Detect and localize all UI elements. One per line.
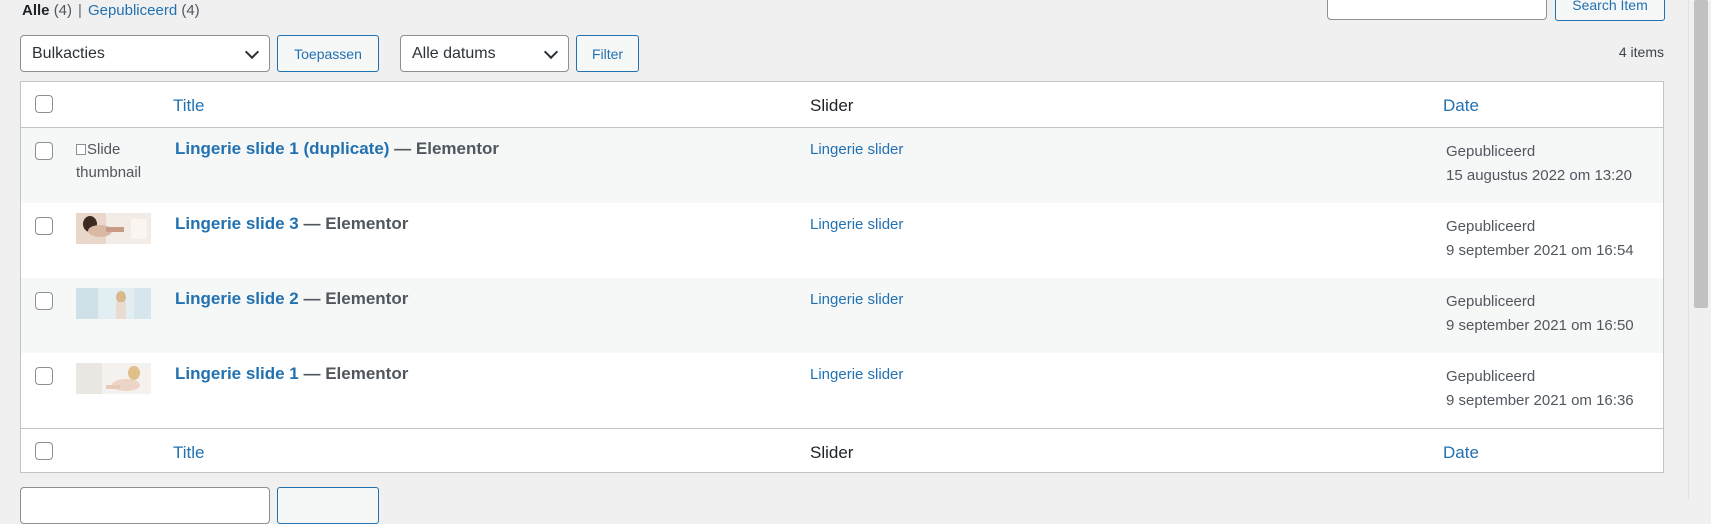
row-title-link[interactable]: Lingerie slide 1 (duplicate) — [175, 139, 389, 158]
row-title-link[interactable]: Lingerie slide 3 — [175, 214, 299, 233]
apply-button-bottom[interactable] — [277, 487, 379, 524]
date-filter-select[interactable]: Alle datums — [400, 35, 569, 72]
chevron-down-icon — [244, 44, 260, 59]
row-date: Gepubliceerd 15 augustus 2022 om 13:20 — [1446, 140, 1632, 188]
broken-image-icon — [76, 144, 86, 155]
status-all-count: (4) — [53, 2, 73, 19]
bulk-actions-select[interactable]: Bulkacties — [20, 35, 270, 72]
publish-date: 9 september 2021 om 16:54 — [1446, 242, 1634, 259]
row-date: Gepubliceerd 9 september 2021 om 16:36 — [1446, 365, 1634, 413]
publish-date: 9 september 2021 om 16:50 — [1446, 317, 1634, 334]
table-footer-row: Title Slider Date — [21, 428, 1663, 473]
slider-link[interactable]: Lingerie slider — [810, 366, 903, 383]
post-state: — Elementor — [298, 289, 409, 308]
search-items-button[interactable]: Search Item — [1555, 0, 1665, 21]
scrollbar-thumb[interactable] — [1694, 0, 1708, 308]
table-header-row: Title Slider Date — [21, 82, 1663, 128]
table-row: Slide thumbnail Lingerie slide 1 (duplic… — [21, 128, 1663, 203]
row-checkbox[interactable] — [35, 217, 53, 235]
row-title-link[interactable]: Lingerie slide 2 — [175, 289, 299, 308]
bulk-actions-selected-value: Bulkacties — [32, 44, 105, 62]
status-published-link[interactable]: Gepubliceerd — [88, 2, 177, 19]
slider-link[interactable]: Lingerie slider — [810, 291, 903, 308]
column-footer-date[interactable]: Date — [1443, 443, 1479, 463]
publish-status: Gepubliceerd — [1446, 143, 1536, 160]
row-date: Gepubliceerd 9 september 2021 om 16:50 — [1446, 290, 1634, 338]
items-count: 4 items — [1618, 44, 1664, 60]
row-checkbox[interactable] — [35, 142, 53, 160]
select-all-checkbox[interactable] — [35, 95, 53, 113]
column-footer-slider: Slider — [810, 443, 854, 462]
publish-date: 15 augustus 2022 om 13:20 — [1446, 167, 1632, 184]
table-row: Lingerie slide 1 — Elementor Lingerie sl… — [21, 353, 1663, 428]
publish-date: 9 september 2021 om 16:36 — [1446, 392, 1634, 409]
row-title: Lingerie slide 3 — Elementor — [175, 214, 408, 234]
bulk-actions-select-bottom[interactable] — [20, 487, 270, 524]
row-date: Gepubliceerd 9 september 2021 om 16:54 — [1446, 215, 1634, 263]
post-state: — Elementor — [298, 214, 409, 233]
filter-button[interactable]: Filter — [576, 35, 639, 72]
post-state: — Elementor — [298, 364, 409, 383]
select-all-checkbox-footer[interactable] — [35, 442, 53, 460]
slide-thumbnail-broken: Slide thumbnail — [76, 141, 142, 181]
slider-link[interactable]: Lingerie slider — [810, 141, 903, 158]
date-filter-selected-value: Alle datums — [412, 44, 496, 62]
slide-thumbnail — [76, 288, 151, 319]
publish-status: Gepubliceerd — [1446, 368, 1536, 385]
column-header-title[interactable]: Title — [173, 96, 205, 116]
apply-button[interactable]: Toepassen — [277, 35, 379, 72]
table-row: Lingerie slide 3 — Elementor Lingerie sl… — [21, 203, 1663, 278]
row-checkbox[interactable] — [35, 292, 53, 310]
slider-link[interactable]: Lingerie slider — [810, 216, 903, 233]
publish-status: Gepubliceerd — [1446, 218, 1536, 235]
row-title: Lingerie slide 1 (duplicate) — Elementor — [175, 139, 499, 159]
status-separator: | — [78, 2, 82, 19]
publish-status: Gepubliceerd — [1446, 293, 1536, 310]
page-scrollbar[interactable] — [1688, 0, 1711, 500]
column-header-slider: Slider — [810, 96, 854, 115]
row-title: Lingerie slide 1 — Elementor — [175, 364, 408, 384]
search-input[interactable] — [1327, 0, 1547, 20]
column-footer-title[interactable]: Title — [173, 443, 205, 463]
slide-thumbnail — [76, 363, 151, 394]
status-published-count: (4) — [181, 2, 200, 19]
row-title: Lingerie slide 2 — Elementor — [175, 289, 408, 309]
slide-thumbnail — [76, 213, 151, 244]
row-title-link[interactable]: Lingerie slide 1 — [175, 364, 299, 383]
status-all-link[interactable]: Alle (4) — [22, 2, 72, 19]
status-filter-links: Alle (4) | Gepubliceerd (4) — [22, 2, 200, 19]
column-header-date[interactable]: Date — [1443, 96, 1479, 116]
row-checkbox[interactable] — [35, 367, 53, 385]
chevron-down-icon — [543, 44, 559, 59]
slides-table: Title Slider Date Slide thumbnail Linger… — [20, 81, 1664, 473]
post-state: — Elementor — [389, 139, 500, 158]
table-row: Lingerie slide 2 — Elementor Lingerie sl… — [21, 278, 1663, 353]
